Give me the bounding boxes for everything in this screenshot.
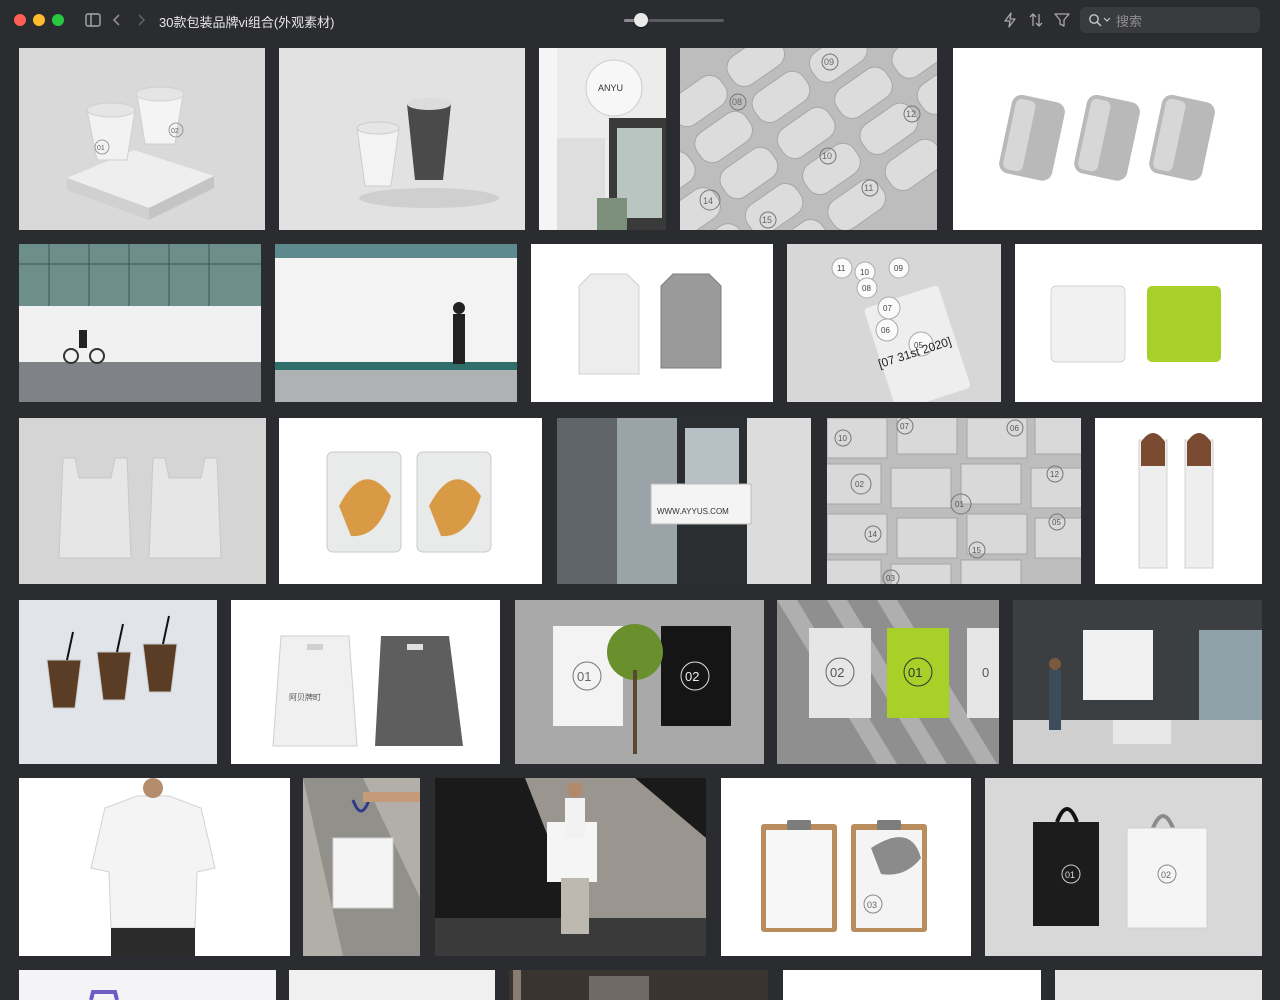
svg-text:ANYU: ANYU	[598, 83, 623, 93]
image-thumbnail-shopping-bags[interactable]: 01 02	[985, 778, 1262, 956]
image-thumbnail-tote-shoulder[interactable]	[435, 778, 706, 956]
svg-text:阿贝牌町: 阿贝牌町	[289, 692, 321, 702]
image-thumbnail-sachets[interactable]	[1015, 244, 1262, 402]
svg-text:01: 01	[577, 669, 591, 684]
image-thumbnail-cans-pattern[interactable]: 08 09 10 11 12 14 15	[680, 48, 937, 230]
svg-text:03: 03	[867, 900, 877, 910]
search-input[interactable]	[1114, 10, 1256, 32]
image-thumbnail-partial-4[interactable]	[783, 970, 1041, 1000]
svg-text:12: 12	[1050, 470, 1059, 479]
svg-text:01: 01	[97, 145, 105, 152]
chevron-down-icon	[1103, 17, 1111, 22]
svg-text:02: 02	[855, 480, 864, 489]
image-thumbnail-hanging-sign[interactable]: ANYU	[539, 48, 666, 230]
svg-text:0: 0	[982, 665, 989, 680]
image-thumbnail-glass-building[interactable]	[19, 244, 261, 402]
svg-text:10: 10	[860, 268, 869, 277]
image-thumbnail-plastic-bags[interactable]	[19, 418, 266, 584]
search-icon	[1089, 14, 1102, 27]
svg-text:03: 03	[886, 574, 895, 583]
image-thumbnail-posters-tree[interactable]: 01 02	[515, 600, 764, 764]
image-thumbnail-lobby[interactable]	[1013, 600, 1262, 764]
back-icon[interactable]	[107, 10, 127, 30]
svg-text:02: 02	[830, 665, 844, 680]
zoom-slider-knob[interactable]	[634, 13, 648, 27]
image-thumbnail-partial-5[interactable]	[1055, 970, 1262, 1000]
svg-text:11: 11	[837, 264, 846, 273]
svg-text:07: 07	[883, 304, 892, 313]
image-thumbnail-iced-coffee[interactable]	[19, 600, 217, 764]
svg-text:06: 06	[881, 326, 890, 335]
image-thumbnail-storefront-sign[interactable]: WWW.AYYUS.COM	[557, 418, 811, 584]
image-thumbnail-partial-2[interactable]	[289, 970, 495, 1000]
image-thumbnail-tshirt[interactable]	[19, 778, 290, 956]
window-title: 30款包装品牌vi组合(外观素材)	[159, 15, 335, 30]
svg-text:08: 08	[862, 284, 871, 293]
image-thumbnail-boxes-grid[interactable]: 10 07 06 12 02 01 05 14 15 03	[827, 418, 1081, 584]
zoom-window-button[interactable]	[52, 14, 64, 26]
svg-text:15: 15	[762, 215, 772, 225]
image-thumbnail-posters-green[interactable]: 02 01 0	[777, 600, 999, 764]
svg-text:07: 07	[900, 422, 909, 431]
image-thumbnail-three-cans[interactable]	[953, 48, 1262, 230]
image-thumbnail-bread-bags[interactable]	[1095, 418, 1262, 584]
svg-text:14: 14	[703, 196, 713, 206]
image-grid: 01 02 ANYU 08 09 10 11 12 14 15 11 10 09…	[0, 40, 1280, 1000]
svg-text:09: 09	[894, 264, 903, 273]
image-thumbnail-round-stickers[interactable]: 11 10 09 08 07 06 05 [07 31st 2020]	[787, 244, 1001, 402]
filter-icon[interactable]	[1052, 10, 1072, 30]
svg-text:02: 02	[685, 669, 699, 684]
search-field[interactable]	[1080, 7, 1260, 33]
svg-text:01: 01	[1065, 870, 1075, 880]
svg-text:06: 06	[1010, 424, 1019, 433]
svg-text:05: 05	[1052, 518, 1061, 527]
svg-text:01: 01	[955, 500, 964, 509]
close-window-button[interactable]	[14, 14, 26, 26]
svg-text:12: 12	[906, 109, 916, 119]
title-bar: 30款包装品牌vi组合(外观素材)	[0, 0, 1280, 40]
image-thumbnail-cups-box[interactable]: 01 02	[19, 48, 265, 230]
svg-text:11: 11	[864, 183, 873, 193]
svg-text:14: 14	[868, 530, 877, 539]
svg-text:10: 10	[822, 151, 832, 161]
svg-text:02: 02	[1161, 870, 1171, 880]
image-thumbnail-partial-3[interactable]	[509, 970, 768, 1000]
svg-text:WWW.AYYUS.COM: WWW.AYYUS.COM	[657, 507, 729, 516]
image-thumbnail-white-wall[interactable]	[275, 244, 517, 402]
image-thumbnail-paper-bags[interactable]	[531, 244, 773, 402]
forward-icon[interactable]	[131, 10, 151, 30]
image-thumbnail-paper-cups[interactable]	[279, 48, 525, 230]
app-window: 30款包装品牌vi组合(外观素材) 搜索 01 02 ANYU 08 09 10…	[0, 0, 1280, 1000]
sort-icon[interactable]	[1026, 10, 1046, 30]
image-thumbnail-tote-hand[interactable]	[303, 778, 420, 956]
svg-text:02: 02	[171, 128, 179, 135]
minimize-window-button[interactable]	[33, 14, 45, 26]
image-thumbnail-partial-1[interactable]	[19, 970, 276, 1000]
sidebar-toggle-icon[interactable]	[83, 10, 103, 30]
image-thumbnail-clipboards[interactable]: 03	[721, 778, 971, 956]
svg-text:01: 01	[908, 665, 922, 680]
lightning-icon[interactable]	[1000, 10, 1020, 30]
svg-text:15: 15	[972, 546, 981, 555]
svg-text:08: 08	[732, 97, 742, 107]
svg-text:09: 09	[824, 57, 834, 67]
image-thumbnail-croissant-packs[interactable]	[279, 418, 542, 584]
svg-text:10: 10	[838, 434, 847, 443]
image-thumbnail-a-frame-signs[interactable]: 阿贝牌町	[231, 600, 500, 764]
